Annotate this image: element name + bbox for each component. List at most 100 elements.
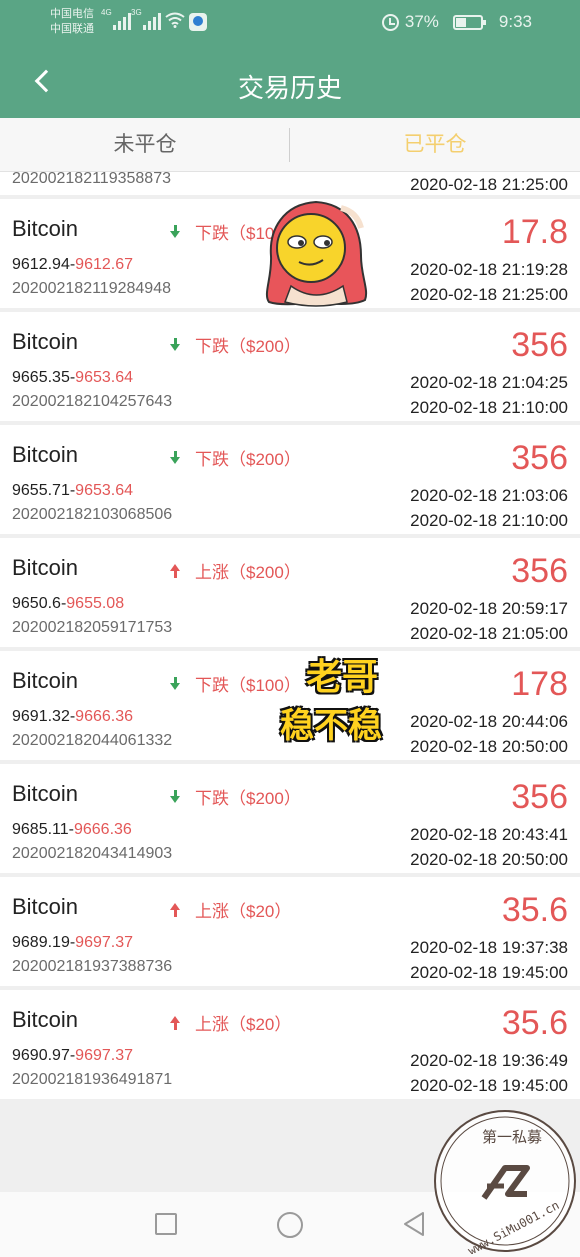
profit-amount: 35.6: [501, 891, 568, 929]
network-type-1: 4G: [101, 8, 112, 17]
open-time: 2020-02-18 21:03:06: [410, 486, 568, 505]
open-price: 9655.71-: [12, 482, 76, 499]
trade-direction: 上涨（$20）: [169, 1010, 291, 1035]
asset-name: Bitcoin: [12, 555, 79, 580]
open-time: 2020-02-18 20:44:06: [410, 712, 568, 731]
open-price: 9650.6-: [12, 595, 67, 612]
close-price: 9612.67: [75, 256, 134, 273]
alarm-icon: [381, 13, 399, 31]
trade-direction: 下跌（$10: [169, 219, 274, 244]
app-notification-icon: [189, 13, 207, 31]
trade-direction: 下跌（$200）: [169, 332, 301, 357]
close-price: 9697.37: [75, 1047, 134, 1064]
status-right: 37% 9:33: [381, 12, 532, 32]
sticker-line-2: 稳不稳: [280, 707, 382, 745]
tab-closed-positions[interactable]: 已平仓: [290, 118, 580, 172]
battery-percent: 37%: [404, 12, 439, 31]
order-id: 202002182119284948: [12, 280, 171, 297]
close-price: 9666.36: [73, 821, 132, 838]
order-id: 202002182043414903: [12, 845, 173, 862]
asset-name: Bitcoin: [12, 894, 79, 919]
arrow-up-icon: [169, 563, 183, 578]
price-range: 9650.6-9655.08: [12, 595, 124, 613]
trade-direction: 下跌（$200）: [169, 784, 301, 809]
list-item[interactable]: Bitcoin 上涨（$200） 9650.6-9655.08 20200218205…: [0, 538, 580, 651]
nav-bar: 交易历史: [0, 46, 580, 118]
price-range: 9685.11-9666.36: [12, 821, 132, 839]
close-time: 2020-02-18 21:05:00: [410, 624, 568, 643]
trade-direction: 上涨（$20）: [169, 897, 291, 922]
open-time: 2020-02-18 19:36:49: [410, 1051, 568, 1070]
list-item[interactable]: Bitcoin 下跌（$200） 9665.35-9653.64 2020021821…: [0, 312, 580, 425]
profit-amount: 35.6: [501, 1004, 568, 1042]
order-id: 202002181937388736: [12, 958, 173, 975]
close-time: 2020-02-18 20:50:00: [410, 737, 568, 756]
direction-label: 上涨（$200）: [195, 563, 301, 582]
arrow-up-icon: [169, 1015, 183, 1030]
recents-button-icon[interactable]: [155, 1213, 177, 1235]
order-id: 202002182103068506: [12, 506, 173, 523]
arrow-down-icon: [169, 676, 183, 691]
tab-open-positions[interactable]: 未平仓: [0, 118, 290, 172]
arrow-down-icon: [169, 789, 183, 804]
close-time: 2020-02-18 21:25:00: [410, 285, 568, 304]
price-range: 9612.94-9612.67: [12, 256, 133, 274]
list-item[interactable]: Bitcoin 上涨（$20） 9690.97-9697.37 20200218193…: [0, 990, 580, 1103]
direction-label: 下跌（$200）: [195, 450, 301, 469]
order-id: 202002182104257643: [12, 393, 173, 410]
page-title: 交易历史: [237, 73, 342, 103]
close-time: 2020-02-18 21:10:00: [410, 511, 568, 530]
status-bar: 中国电信 中国联通 4G 3G 37% 9:33: [0, 0, 580, 46]
close-time: 2020-02-18 21:10:00: [410, 398, 568, 417]
arrow-down-icon: [169, 450, 183, 465]
battery-icon: [452, 14, 486, 30]
carrier-labels: 中国电信 中国联通: [50, 7, 94, 37]
direction-label: 下跌（$200）: [195, 337, 301, 356]
open-time: 2020-02-18 20:59:17: [410, 599, 568, 618]
back-triangle-icon[interactable]: [401, 1210, 427, 1238]
price-range: 9691.32-9666.36: [12, 708, 133, 726]
price-range: 9665.35-9653.64: [12, 369, 133, 387]
list-item[interactable]: Bitcoin 下跌（$200） 9655.71-9653.64 2020021821…: [0, 425, 580, 538]
sticker-line-1: 老哥: [306, 656, 379, 697]
profit-amount: 356: [511, 326, 568, 364]
direction-label: 上涨（$20）: [195, 902, 292, 921]
asset-name: Bitcoin: [12, 442, 79, 467]
asset-name: Bitcoin: [12, 329, 79, 354]
close-price: 9653.64: [75, 482, 134, 499]
close-price: 9655.08: [66, 595, 125, 612]
list-item[interactable]: Bitcoin 上涨（$20） 9689.19-9697.37 20200218193…: [0, 877, 580, 990]
profit-amount: 356: [511, 778, 568, 816]
open-time: 2020-02-18 20:43:41: [410, 825, 568, 844]
carrier-1: 中国电信: [50, 8, 94, 20]
close-time: 2020-02-18 19:45:00: [410, 963, 568, 982]
network-type-2: 3G: [131, 8, 142, 17]
list-item[interactable]: Bitcoin 下跌（$200） 9685.11-9666.36 2020021820…: [0, 764, 580, 877]
watermark-seal: 第一私募 www.SiMu001.cn: [434, 1110, 576, 1254]
asset-name: Bitcoin: [12, 216, 79, 241]
open-price: 9691.32-: [12, 708, 76, 725]
close-time: 2020-02-18 19:45:00: [410, 1076, 568, 1095]
asset-name: Bitcoin: [12, 781, 79, 806]
open-price: 9665.35-: [12, 369, 76, 386]
asset-name: Bitcoin: [12, 668, 79, 693]
open-time: 2020-02-18 19:37:38: [410, 938, 568, 957]
home-button-icon[interactable]: [277, 1212, 303, 1238]
text-sticker: 老哥 稳不稳: [280, 648, 405, 748]
profit-amount: 356: [511, 439, 568, 477]
open-price: 9689.19-: [12, 934, 76, 951]
arrow-down-icon: [169, 337, 183, 352]
clock: 9:33: [498, 12, 532, 31]
order-id: 202002182044061332: [12, 732, 173, 749]
close-price: 9653.64: [75, 369, 134, 386]
profit-amount: 356: [511, 552, 568, 590]
list-item-partial[interactable]: 202002182119358873 2020-02-18 21:25:00: [0, 172, 580, 199]
open-price: 9690.97-: [12, 1047, 76, 1064]
close-time: 2020-02-18 20:50:00: [410, 850, 568, 869]
trade-list[interactable]: 202002182119358873 2020-02-18 21:25:00 B…: [0, 172, 580, 1112]
open-price: 9685.11-: [12, 821, 74, 838]
arrow-down-icon: [169, 224, 183, 239]
direction-label: 下跌（$200）: [195, 789, 301, 808]
open-time: 2020-02-18 21:04:25: [410, 373, 568, 392]
profit-amount: 17.8: [501, 213, 568, 251]
